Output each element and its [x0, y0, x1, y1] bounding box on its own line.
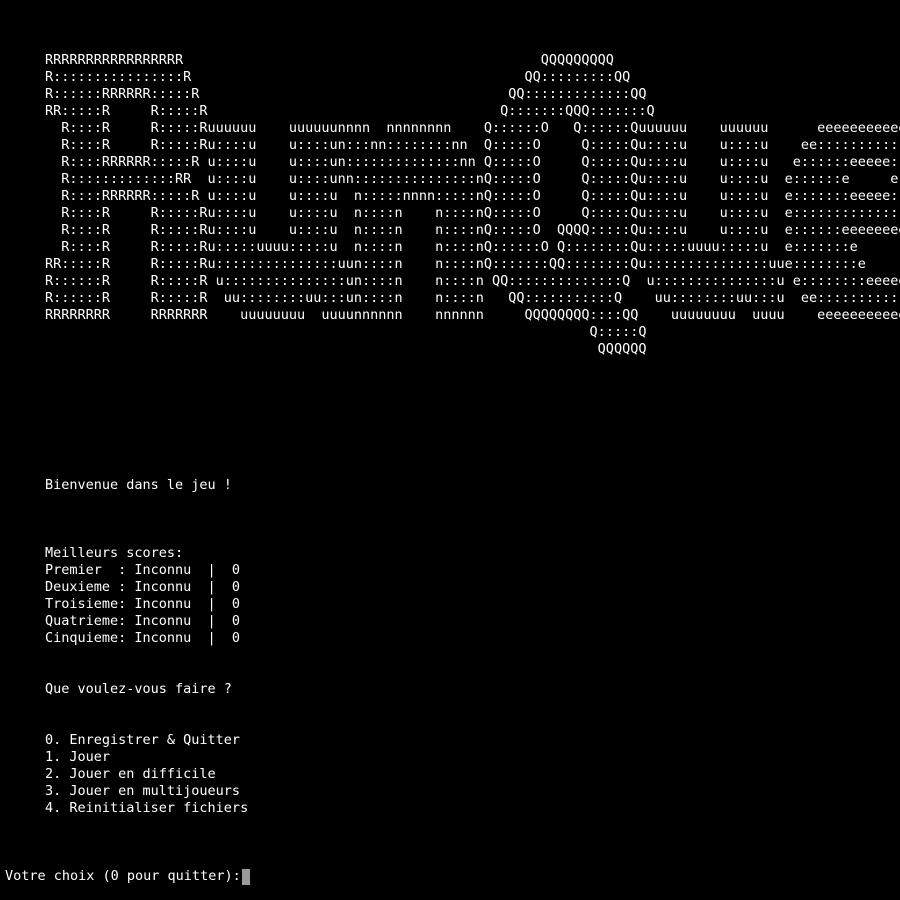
scores-header: Meilleurs scores:	[45, 545, 184, 561]
menu-option-play-hard: 2. Jouer en difficile	[45, 766, 216, 782]
terminal-window: RRRRRRRRRRRRRRRRR QQQQQQQQQ R:::::::::::…	[0, 0, 900, 900]
welcome-message: Bienvenue dans le jeu !	[45, 477, 232, 493]
score-row-first: Premier : Inconnu | 0	[45, 562, 241, 578]
score-row-fifth: Cinquieme: Inconnu | 0	[45, 630, 241, 646]
menu-question: Que voulez-vous faire ?	[45, 681, 232, 697]
menu-option-multiplayer: 3. Jouer en multijoueurs	[45, 783, 241, 799]
text-cursor[interactable]	[241, 868, 250, 885]
prompt-label: Votre choix (0 pour quitter):	[5, 868, 241, 884]
command-prompt[interactable]: Votre choix (0 pour quitter):	[5, 868, 250, 885]
menu-option-save-quit: 0. Enregistrer & Quitter	[45, 732, 241, 748]
score-row-third: Troisieme: Inconnu | 0	[45, 596, 241, 612]
score-row-fourth: Quatrieme: Inconnu | 0	[45, 613, 241, 629]
menu-option-reset-files: 4. Reinitialiser fichiers	[45, 800, 249, 816]
ascii-title-banner: RRRRRRRRRRRRRRRRR QQQQQQQQQ R:::::::::::…	[45, 52, 900, 357]
score-row-second: Deuxieme : Inconnu | 0	[45, 579, 241, 595]
menu-option-play: 1. Jouer	[45, 749, 111, 765]
